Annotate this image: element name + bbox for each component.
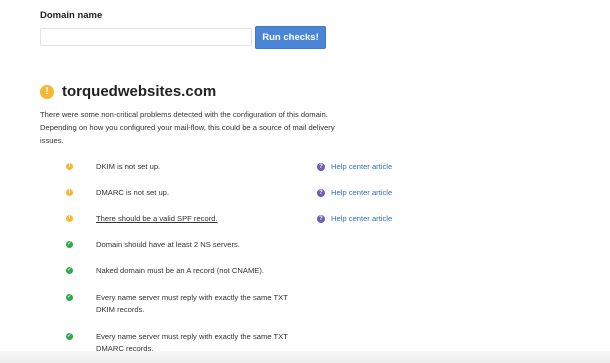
check-text: Domain should have at least 2 NS servers… xyxy=(96,240,240,249)
warning-icon: ! xyxy=(40,84,54,99)
check-icon: ✓ xyxy=(66,294,73,301)
result-header: ! torquedwebsites.com xyxy=(40,83,216,100)
bottom-edge xyxy=(0,351,610,363)
run-checks-button[interactable]: Run checks! xyxy=(255,26,326,49)
domain-name-label: Domain name xyxy=(40,10,103,21)
check-text: Every name server must reply with exactl… xyxy=(96,293,288,314)
warning-icon: ! xyxy=(66,215,73,222)
domain-input[interactable] xyxy=(40,28,252,46)
help-link-text[interactable]: Help center article xyxy=(331,213,392,225)
help-link-text[interactable]: Help center article xyxy=(331,187,392,199)
help-center-link[interactable]: ? Help center article xyxy=(317,213,392,225)
check-text: DMARC is not set up. xyxy=(96,188,170,197)
question-icon: ? xyxy=(317,189,325,197)
domain-title: torquedwebsites.com xyxy=(62,83,217,100)
check-icon: ✓ xyxy=(66,241,73,248)
help-center-link[interactable]: ? Help center article xyxy=(317,161,392,173)
help-center-link[interactable]: ? Help center article xyxy=(317,187,392,199)
warning-icon: ! xyxy=(66,163,73,170)
question-icon: ? xyxy=(317,215,325,223)
help-link-text[interactable]: Help center article xyxy=(331,161,392,173)
check-text[interactable]: There should be a valid SPF record. xyxy=(96,213,306,225)
check-text: Naked domain must be an A record (not CN… xyxy=(96,266,264,275)
check-text: DKIM is not set up. xyxy=(96,162,161,171)
question-icon: ? xyxy=(317,163,325,171)
check-icon: ✓ xyxy=(66,333,73,340)
check-icon: ✓ xyxy=(66,267,73,274)
result-description: There were some non-critical problems de… xyxy=(40,110,335,145)
warning-icon: ! xyxy=(66,189,73,196)
